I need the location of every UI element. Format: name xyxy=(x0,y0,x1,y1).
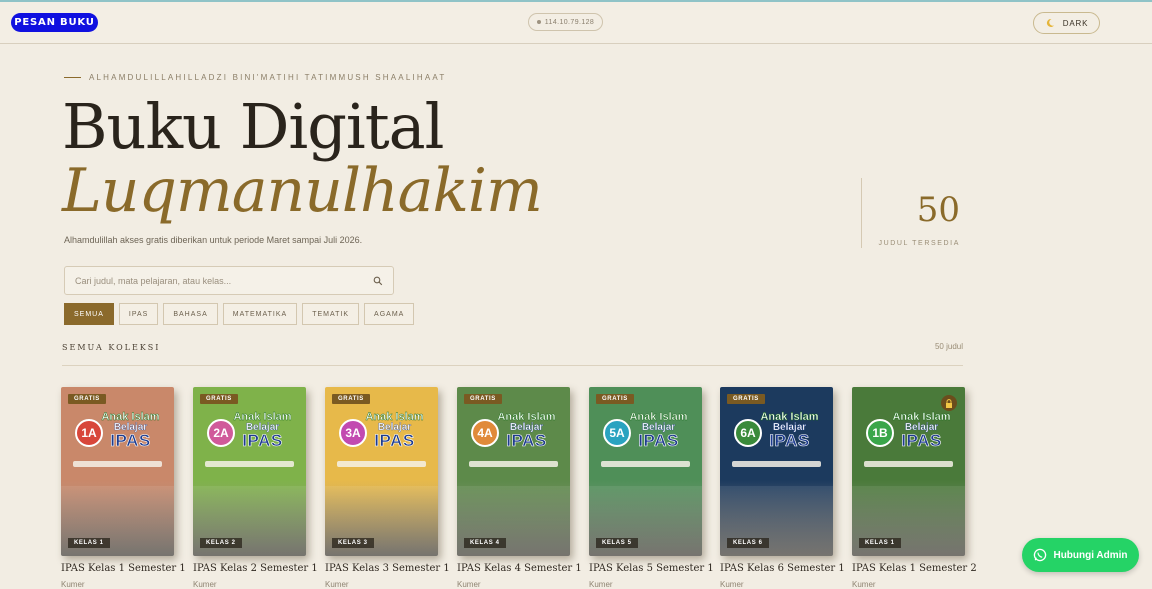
book-card[interactable]: 6A Anak Islam Belajar IPAS GRATIS KELAS 6 xyxy=(720,387,833,556)
cover-ribbon xyxy=(469,461,558,467)
book-title[interactable]: IPAS Kelas 3 Semester 1 xyxy=(325,563,455,574)
filter-ipas[interactable]: IPAS xyxy=(118,303,159,325)
page-title: Buku Digital xyxy=(62,90,444,163)
eyebrow-line xyxy=(64,77,81,78)
grade-label: KELAS 1 xyxy=(68,538,110,548)
search-icon[interactable] xyxy=(373,276,383,286)
filter-matematika[interactable]: MATEMATIKA xyxy=(222,303,298,325)
book-subtitle: Kumer xyxy=(720,580,744,589)
top-bar: PESAN BUKU 114.10.79.128 DARK xyxy=(0,0,1152,44)
collection-count: 50 judul xyxy=(934,342,963,351)
cover-ribbon xyxy=(337,461,426,467)
cover-title-line3: IPAS xyxy=(506,431,547,451)
contact-admin-label: Hubungi Admin xyxy=(1053,549,1128,561)
title-count-label: JUDUL TERSEDIA xyxy=(878,240,960,247)
cover-title: Anak Islam Belajar IPAS xyxy=(852,411,965,451)
grade-label: KELAS 4 xyxy=(464,538,506,548)
book-subtitle: Kumer xyxy=(325,580,349,589)
free-badge: GRATIS xyxy=(68,394,106,404)
free-badge: GRATIS xyxy=(332,394,370,404)
page-title-accent: Luqmanulhakim xyxy=(62,156,543,226)
free-badge: GRATIS xyxy=(464,394,502,404)
book-title[interactable]: IPAS Kelas 2 Semester 1 xyxy=(193,563,323,574)
filter-semua[interactable]: SEMUA xyxy=(64,303,114,325)
book-card[interactable]: 1A Anak Islam Belajar IPAS GRATIS KELAS 1 xyxy=(61,387,174,556)
hero-eyebrow: ALHAMDULILLAHILLADZI BINI'MATIHI TATIMMU… xyxy=(64,73,446,82)
collection-divider xyxy=(62,365,963,366)
cover-ribbon xyxy=(864,461,953,467)
cover-title: Anak Islam Belajar IPAS xyxy=(589,411,702,451)
cover-title-line3: IPAS xyxy=(769,431,810,451)
ip-address-text: 114.10.79.128 xyxy=(544,18,595,26)
search-input[interactable]: Cari judul, mata pelajaran, atau kelas..… xyxy=(64,266,394,295)
free-badge: GRATIS xyxy=(727,394,765,404)
cover-ribbon xyxy=(601,461,690,467)
cover-ribbon xyxy=(205,461,294,467)
cover-title-line3: IPAS xyxy=(110,431,151,451)
cover-title: Anak Islam Belajar IPAS xyxy=(193,411,306,451)
book-title[interactable]: IPAS Kelas 1 Semester 1 xyxy=(61,563,191,574)
theme-toggle-label: DARK xyxy=(1062,18,1089,28)
book-subtitle: Kumer xyxy=(589,580,613,589)
category-filters: SEMUA IPAS BAHASA MATEMATIKA TEMATIK AGA… xyxy=(64,303,415,325)
book-subtitle: Kumer xyxy=(457,580,481,589)
book-card[interactable]: 1B Anak Islam Belajar IPAS KELAS 1 xyxy=(852,387,965,556)
grade-label: KELAS 6 xyxy=(727,538,769,548)
collection-title: SEMUA KOLEKSI xyxy=(62,343,161,352)
cover-title-line3: IPAS xyxy=(374,431,415,451)
book-card[interactable]: 5A Anak Islam Belajar IPAS GRATIS KELAS 5 xyxy=(589,387,702,556)
free-badge: GRATIS xyxy=(200,394,238,404)
cover-title: Anak Islam Belajar IPAS xyxy=(61,411,174,451)
status-dot-icon xyxy=(536,20,541,24)
ip-address-pill: 114.10.79.128 xyxy=(528,13,603,31)
contact-admin-button[interactable]: Hubungi Admin xyxy=(1022,538,1139,572)
grade-label: KELAS 5 xyxy=(596,538,638,548)
cover-title: Anak Islam Belajar IPAS xyxy=(325,411,438,451)
filter-tematik[interactable]: TEMATIK xyxy=(302,303,360,325)
whatsapp-icon xyxy=(1034,548,1047,562)
eyebrow-text: ALHAMDULILLAHILLADZI BINI'MATIHI TATIMMU… xyxy=(89,73,447,82)
book-title[interactable]: IPAS Kelas 6 Semester 1 xyxy=(720,563,850,574)
search-placeholder: Cari judul, mata pelajaran, atau kelas..… xyxy=(75,275,232,286)
moon-icon xyxy=(1046,18,1054,27)
book-card[interactable]: 3A Anak Islam Belajar IPAS GRATIS KELAS 3 xyxy=(325,387,438,556)
book-title[interactable]: IPAS Kelas 1 Semester 2 xyxy=(852,563,982,574)
cover-title: Anak Islam Belajar IPAS xyxy=(720,411,833,451)
book-title[interactable]: IPAS Kelas 4 Semester 1 xyxy=(457,563,587,574)
cover-ribbon xyxy=(732,461,821,467)
book-card[interactable]: 2A Anak Islam Belajar IPAS GRATIS KELAS 2 xyxy=(193,387,306,556)
title-count-value: 50 xyxy=(916,190,960,230)
book-subtitle: Kumer xyxy=(193,580,217,589)
cover-title-line3: IPAS xyxy=(242,431,283,451)
cover-ribbon xyxy=(73,461,162,467)
lock-icon xyxy=(941,395,957,411)
filter-agama[interactable]: AGAMA xyxy=(364,303,415,325)
book-card[interactable]: 4A Anak Islam Belajar IPAS GRATIS KELAS 4 xyxy=(457,387,570,556)
theme-toggle-button[interactable]: DARK xyxy=(1033,12,1100,34)
stat-divider xyxy=(861,178,862,248)
cover-title: Anak Islam Belajar IPAS xyxy=(457,411,570,451)
order-book-button[interactable]: PESAN BUKU xyxy=(11,13,98,32)
grade-label: KELAS 2 xyxy=(200,538,242,548)
book-subtitle: Kumer xyxy=(61,580,85,589)
hero-subtitle: Alhamdulillah akses gratis diberikan unt… xyxy=(64,235,363,245)
grade-label: KELAS 3 xyxy=(332,538,374,548)
book-subtitle: Kumer xyxy=(852,580,876,589)
cover-title-line3: IPAS xyxy=(901,431,942,451)
grade-label: KELAS 1 xyxy=(859,538,901,548)
cover-title-line3: IPAS xyxy=(638,431,679,451)
filter-bahasa[interactable]: BAHASA xyxy=(163,303,218,325)
free-badge: GRATIS xyxy=(596,394,634,404)
book-title[interactable]: IPAS Kelas 5 Semester 1 xyxy=(589,563,719,574)
